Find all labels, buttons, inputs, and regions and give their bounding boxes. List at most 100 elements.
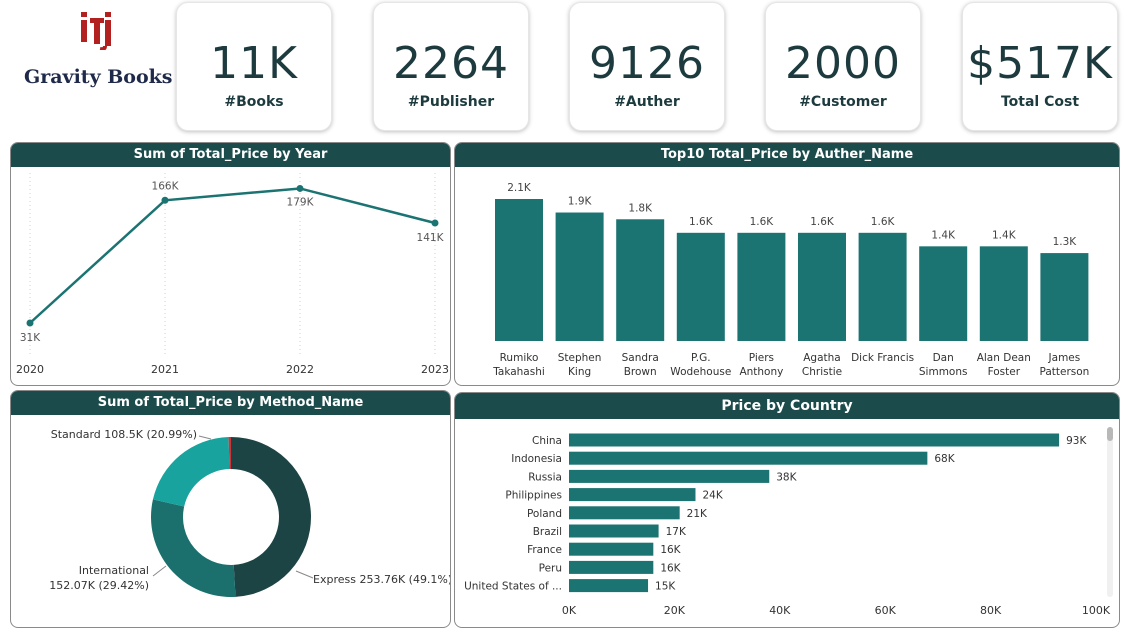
data-point bbox=[26, 319, 34, 327]
bar bbox=[495, 199, 543, 341]
bar bbox=[569, 542, 654, 556]
data-label: 1.6K bbox=[750, 216, 775, 228]
scrollbar-track bbox=[1107, 427, 1113, 597]
category-label: Dick Francis bbox=[851, 352, 914, 364]
donut-slice bbox=[150, 499, 236, 597]
category-label: Stephen bbox=[558, 352, 602, 364]
donut-slice bbox=[231, 437, 312, 597]
data-label: 1.4K bbox=[992, 229, 1017, 241]
category-label: Takahashi bbox=[492, 366, 545, 378]
category-label: Piers bbox=[749, 352, 774, 364]
data-label: 16K bbox=[660, 544, 681, 556]
category-label: P.G. bbox=[691, 352, 711, 364]
kpi-card-books: 11K #Books bbox=[176, 2, 332, 131]
category-label: Wodehouse bbox=[670, 366, 731, 378]
bar bbox=[569, 469, 770, 483]
x-tick-label: 2021 bbox=[151, 363, 179, 376]
kpi-value: 2000 bbox=[785, 38, 901, 89]
category-label: Foster bbox=[988, 366, 1021, 378]
kpi-value: 2264 bbox=[393, 38, 509, 89]
kpi-label: #Publisher bbox=[407, 94, 495, 110]
bar bbox=[569, 506, 680, 520]
kpi-value: $517K bbox=[967, 38, 1113, 89]
kpi-value: 11K bbox=[210, 38, 298, 89]
data-label: 166K bbox=[152, 180, 180, 192]
data-label: 1.3K bbox=[1053, 236, 1078, 248]
bar bbox=[676, 232, 725, 341]
kpi-value: 9126 bbox=[589, 38, 705, 89]
data-label: 1.6K bbox=[689, 216, 714, 228]
data-label: 31K bbox=[20, 332, 41, 344]
x-tick-label: 2022 bbox=[286, 363, 314, 376]
data-label: 16K bbox=[660, 562, 681, 574]
kpi-label: #Auther bbox=[614, 94, 680, 110]
data-point bbox=[161, 196, 169, 204]
bar bbox=[569, 433, 1060, 447]
year-line-chart[interactable]: 2020 2021 2022 2023 31K 166K 179K 141K bbox=[11, 143, 451, 386]
data-label: 1.9K bbox=[568, 196, 593, 208]
x-tick-label: 2023 bbox=[421, 363, 449, 376]
x-tick-label: 0K bbox=[562, 604, 577, 617]
category-label: Sandra bbox=[622, 352, 659, 364]
kpi-label: #Customer bbox=[799, 94, 887, 110]
data-point bbox=[296, 184, 304, 192]
bar bbox=[798, 232, 846, 341]
category-label: Indonesia bbox=[511, 453, 562, 465]
country-bar-chart[interactable]: China 93K Indonesia 68K Russia 38K Philippines… bbox=[455, 393, 1120, 628]
category-label: Christie bbox=[802, 366, 842, 378]
bar bbox=[569, 579, 649, 593]
data-label: 38K bbox=[776, 471, 797, 483]
year-line-chart-panel: Sum of Total_Price by Year 2020 2021 2022 2… bbox=[10, 142, 451, 386]
x-tick-label: 100K bbox=[1082, 604, 1111, 617]
scrollbar-thumb bbox=[1107, 427, 1113, 441]
category-label: Alan Dean bbox=[977, 352, 1031, 364]
data-label: 24K bbox=[702, 490, 723, 502]
method-donut-chart[interactable]: Express 253.76K (49.1%) International 152.… bbox=[11, 391, 451, 628]
bar bbox=[616, 219, 665, 341]
data-label: 68K bbox=[934, 453, 955, 465]
category-label: Anthony bbox=[739, 366, 783, 378]
author-bar-chart[interactable]: 2.1K Rumiko Takahashi 1.9K Stephen King 1.8K Sa… bbox=[455, 143, 1120, 386]
bar bbox=[569, 524, 659, 538]
slice-label: 152.07K (29.42%) bbox=[49, 579, 149, 592]
category-label: King bbox=[568, 366, 591, 378]
data-label: 179K bbox=[287, 196, 315, 208]
x-tick-label: 20K bbox=[664, 604, 686, 617]
slice-label: International bbox=[79, 564, 149, 577]
leader-line bbox=[295, 570, 314, 579]
category-label: Simmons bbox=[919, 366, 968, 378]
slice-label: Express 253.76K (49.1%) bbox=[313, 573, 451, 586]
bar bbox=[555, 212, 604, 341]
data-label: 1.8K bbox=[628, 202, 653, 214]
category-label: Rumiko bbox=[500, 352, 539, 364]
brand-name: Gravity Books bbox=[24, 66, 173, 88]
kpi-label: Total Cost bbox=[1000, 94, 1080, 110]
brand-logo: Gravity Books bbox=[18, 8, 174, 108]
bar bbox=[919, 246, 968, 341]
x-tick-label: 80K bbox=[980, 604, 1002, 617]
bar bbox=[979, 246, 1028, 341]
leader-line bbox=[152, 565, 167, 577]
x-tick-label: 2020 bbox=[16, 363, 44, 376]
bar bbox=[569, 451, 928, 465]
category-label: Agatha bbox=[803, 352, 841, 364]
data-label: 21K bbox=[687, 508, 708, 520]
category-label: Russia bbox=[528, 471, 562, 483]
category-label: Brown bbox=[624, 366, 657, 378]
data-label: 1.4K bbox=[931, 229, 956, 241]
category-label: James bbox=[1048, 352, 1081, 364]
category-label: China bbox=[532, 435, 562, 447]
gravity-books-logo-icon bbox=[81, 12, 111, 50]
data-label: 1.6K bbox=[810, 216, 835, 228]
data-label: 2.1K bbox=[507, 182, 532, 194]
data-label: 17K bbox=[666, 526, 687, 538]
bar bbox=[1040, 253, 1089, 341]
category-label: France bbox=[527, 544, 562, 556]
bar bbox=[569, 488, 696, 502]
kpi-label: #Books bbox=[224, 94, 284, 110]
data-label: 15K bbox=[655, 581, 676, 593]
category-label: United States of ... bbox=[464, 581, 562, 593]
slice-label: Standard 108.5K (20.99%) bbox=[51, 428, 197, 441]
kpi-card-auther: 9126 #Auther bbox=[569, 2, 725, 131]
author-bar-chart-panel: Top10 Total_Price by Auther_Name 2.1K Rum… bbox=[454, 142, 1120, 386]
